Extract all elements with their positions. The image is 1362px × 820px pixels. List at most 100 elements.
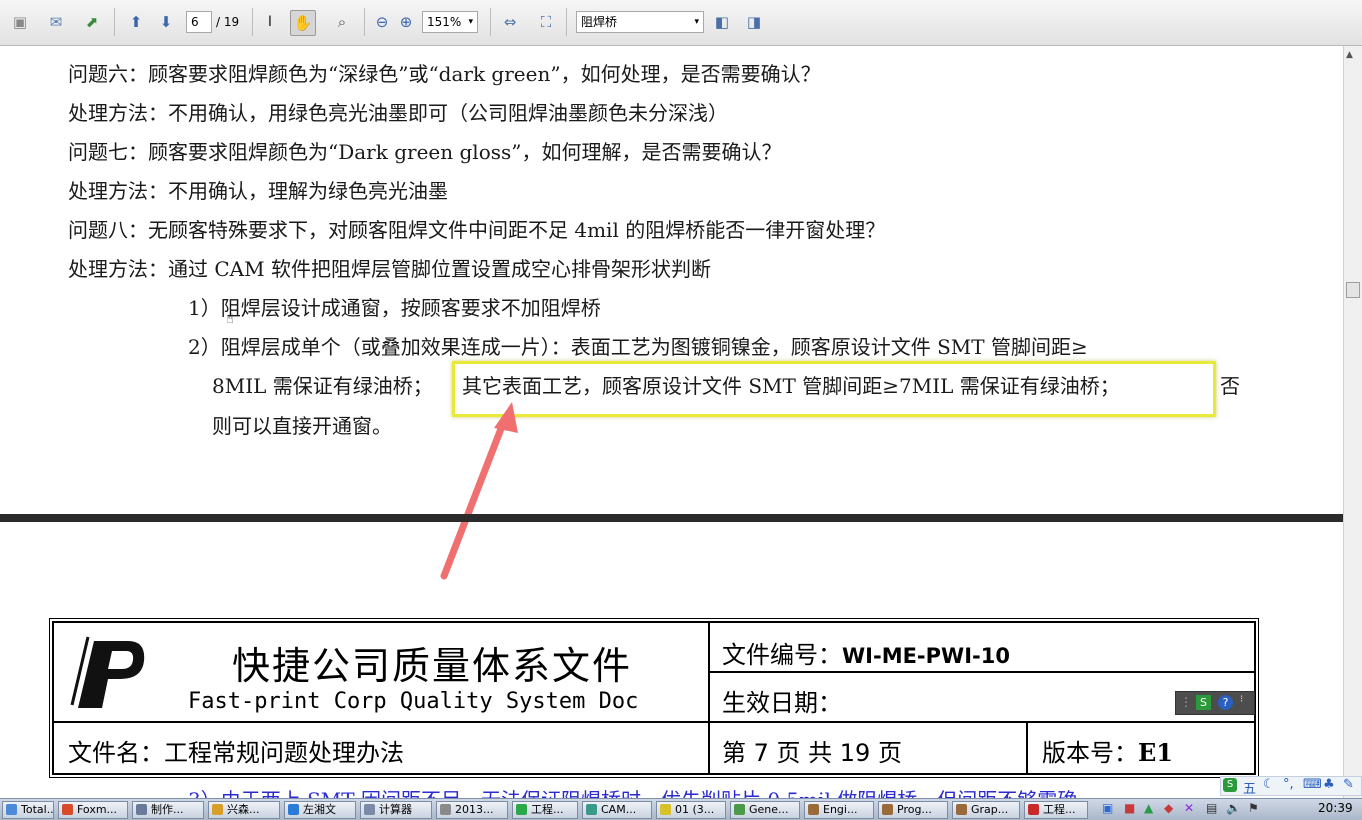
doc-line-partial: 3）由于两上 SMT 因间距不足，无法保证阻焊桥时，优先削贴片 0.5mil 做… (188, 784, 1077, 798)
previous-page-icon[interactable]: ⬆ (124, 10, 148, 34)
toolbar-separator (252, 8, 253, 36)
arrow-head (494, 402, 518, 433)
task-label: 左湘文 (303, 803, 336, 816)
save-icon[interactable]: ▣ (8, 10, 32, 34)
task-label: 工程... (1043, 803, 1076, 816)
taskbar-item[interactable]: 制作... (132, 801, 204, 819)
arrow-shaft (440, 417, 508, 580)
volume-icon[interactable]: 🔈 (1226, 801, 1241, 815)
skin-icon[interactable]: ♣ (1323, 777, 1335, 792)
settings-icon[interactable]: ✎ (1343, 777, 1354, 792)
find-next-icon[interactable]: ◨ (742, 10, 766, 34)
zoom-select[interactable]: 151% ▾ (422, 11, 478, 33)
system-tray: ▣ ■ ▲ ◆ ✕ ▤ 🔈 ⚑ 20:39 (1082, 799, 1362, 820)
tool-tray-icon[interactable]: ✕ (1184, 801, 1194, 815)
export-icon[interactable]: ⬈ (80, 10, 104, 34)
vertical-scrollbar[interactable]: ▲ (1343, 46, 1362, 798)
taskbar-item[interactable]: Foxm... (58, 801, 128, 819)
taskbar-item[interactable]: Gene... (730, 801, 800, 819)
version-label: 版本号： (1042, 739, 1138, 767)
app-icon (136, 804, 147, 815)
email-icon[interactable]: ✉ (44, 10, 68, 34)
scroll-up-icon[interactable]: ▲ (1346, 50, 1353, 60)
search-value: 阻焊桥 (581, 15, 618, 29)
taskbar-item[interactable]: 工程... (1024, 801, 1088, 819)
page-number-input[interactable]: 6 (186, 11, 212, 33)
app-icon (734, 804, 745, 815)
app-icon (660, 804, 671, 815)
document-view[interactable]: 问题六：顾客要求阻焊颜色为“深绿色”或“dark green”，如何处理，是否需… (0, 46, 1343, 798)
taskbar-item[interactable]: Engi... (804, 801, 874, 819)
logo-mark (78, 641, 145, 708)
task-label: Engi... (823, 803, 858, 816)
ime-bar[interactable]: S 五 ☾ °, ⌨ ♣ ✎ (1220, 776, 1362, 797)
moon-icon[interactable]: ☾ (1263, 777, 1275, 792)
header-title-cn: 快捷公司质量体系文件 (232, 644, 633, 688)
search-input[interactable]: 阻焊桥 ▾ (576, 11, 704, 33)
scrollbar-thumb[interactable] (1346, 282, 1360, 298)
network-tray-icon[interactable]: ▲ (1144, 801, 1153, 815)
company-logo (70, 636, 145, 708)
document-header-table: 快捷公司质量体系文件 Fast-print Corp Quality Syste… (49, 618, 1259, 778)
security-tray-icon[interactable]: ◆ (1164, 801, 1173, 815)
fit-width-icon[interactable]: ⇔ (498, 10, 522, 34)
version: 版本号：E1 (1042, 733, 1173, 768)
task-label: 2013... (455, 803, 494, 816)
doc-number-value: WI-ME-PWI-10 (842, 644, 1010, 668)
zoom-in-icon[interactable]: ⊕ (394, 10, 418, 34)
zoom-out-icon[interactable]: ⊖ (370, 10, 394, 34)
app-icon (212, 804, 223, 815)
taskbar-item[interactable]: Prog... (878, 801, 948, 819)
sogou-icon[interactable]: S (1223, 778, 1237, 792)
options-icon[interactable]: ⁝ (1240, 694, 1243, 705)
app-icon (288, 804, 299, 815)
taskbar-item[interactable]: 01 (3... (656, 801, 726, 819)
sogou-icon[interactable]: S (1196, 695, 1211, 710)
floating-mini-toolbar[interactable]: ⋮⋮ S ? ⁝ (1175, 691, 1255, 715)
app-icon (956, 804, 967, 815)
help-icon[interactable]: ? (1218, 695, 1233, 710)
ime-mode[interactable]: 五 (1243, 778, 1256, 797)
app-icon (516, 804, 527, 815)
find-previous-icon[interactable]: ◧ (710, 10, 734, 34)
taskbar-item[interactable]: 计算器 (360, 801, 432, 819)
app-icon (586, 804, 597, 815)
taskbar-item[interactable]: CAM... (582, 801, 652, 819)
logo-counter (108, 651, 134, 669)
pdf-tray-icon[interactable]: ■ (1124, 801, 1135, 815)
marquee-zoom-icon[interactable]: ⌕ (330, 10, 354, 34)
hand-tool-icon[interactable]: ✋ (290, 10, 316, 36)
fit-page-icon[interactable]: ⛶ (534, 10, 558, 34)
taskbar-item[interactable]: Total... (2, 801, 54, 819)
task-label: 工程... (531, 803, 564, 816)
header-title-en: Fast-print Corp Quality System Doc (188, 689, 639, 714)
app-tray-icon[interactable]: ▣ (1102, 801, 1113, 815)
task-label: 兴森... (227, 803, 260, 816)
task-label: 制作... (151, 803, 184, 816)
page-total: / 19 (216, 15, 240, 29)
app-icon (1028, 804, 1039, 815)
clock[interactable]: 20:39 (1318, 801, 1353, 815)
toolbar-separator (566, 8, 567, 36)
version-value: E1 (1138, 738, 1173, 767)
table-divider (708, 623, 710, 773)
display-tray-icon[interactable]: ▤ (1206, 801, 1217, 815)
taskbar: Total... Foxm... 制作... 兴森... 左湘文 计算器 201… (0, 798, 1362, 820)
text-select-icon[interactable]: I (258, 10, 282, 34)
taskbar-item[interactable]: 工程... (512, 801, 578, 819)
punctuation-icon[interactable]: °, (1283, 777, 1294, 792)
effective-date-label: 生效日期： (722, 689, 842, 717)
flag-icon[interactable]: ⚑ (1248, 801, 1259, 815)
table-divider (710, 671, 1254, 673)
keyboard-icon[interactable]: ⌨ (1303, 777, 1322, 792)
taskbar-item[interactable]: 兴森... (208, 801, 280, 819)
task-label: Total... (21, 803, 54, 816)
next-page-icon[interactable]: ⬇ (154, 10, 178, 34)
taskbar-item[interactable]: 左湘文 (284, 801, 356, 819)
toolbar: ▣ ✉ ⬈ ⬆ ⬇ 6 / 19 I ✋ ⌕ ⊖ ⊕ 151% ▾ ⇔ ⛶ 阻焊桥… (0, 0, 1362, 46)
taskbar-item[interactable]: 2013... (436, 801, 508, 819)
file-name: 文件名：工程常规问题处理办法 (68, 739, 404, 767)
app-icon (6, 804, 17, 815)
taskbar-item[interactable]: Grap... (952, 801, 1020, 819)
task-label: Gene... (749, 803, 789, 816)
